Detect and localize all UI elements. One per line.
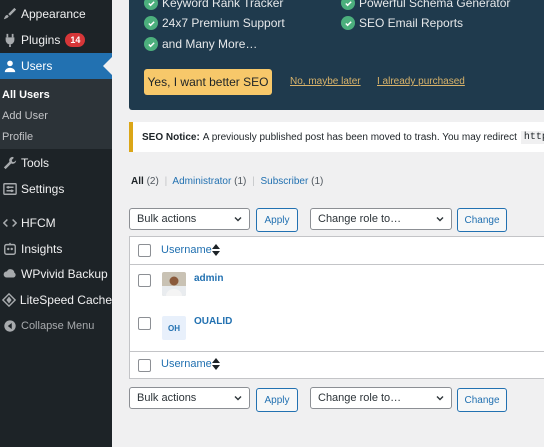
sidebar-item-label: LiteSpeed Cache [19, 293, 112, 307]
filter-administrator[interactable]: Administrator [172, 176, 231, 187]
checkmark-icon [144, 0, 158, 10]
feature-item: Powerful Schema Generator [341, 0, 510, 10]
collapse-icon [2, 318, 18, 334]
change-role-button-top[interactable]: Change [457, 208, 507, 232]
code-icon [2, 215, 18, 231]
row-checkbox[interactable] [138, 317, 151, 330]
submenu-add-user[interactable]: Add User [2, 110, 48, 122]
apply-button-bottom[interactable]: Apply [256, 388, 298, 412]
users-submenu: All Users Add User Profile [0, 79, 112, 149]
plugin-icon [2, 32, 18, 48]
change-role-select-bottom[interactable]: Change role to… [310, 387, 452, 409]
sidebar-item-settings[interactable]: Settings [0, 176, 112, 202]
username-column-header[interactable]: Username [161, 244, 212, 256]
filter-administrator-count: (1) [234, 176, 247, 187]
sort-icon [212, 244, 220, 256]
table-row: OH OUALID [130, 308, 544, 351]
table-header-row: Username [130, 237, 544, 264]
collapse-menu-button[interactable]: Collapse Menu [0, 313, 112, 339]
bulk-actions-select-bottom[interactable]: Bulk actions [129, 387, 250, 409]
select-all-checkbox-footer[interactable] [138, 359, 151, 372]
sidebar-item-label: Users [21, 59, 53, 73]
sidebar-item-hfcm[interactable]: HFCM [0, 210, 112, 236]
upgrade-seo-button[interactable]: Yes, I want better SEO [144, 69, 272, 95]
feature-item: Keyword Rank Tracker [144, 0, 283, 10]
sidebar-item-litespeed-cache[interactable]: LiteSpeed Cache [0, 287, 112, 313]
filter-all-count: (2) [146, 176, 159, 187]
chevron-down-icon [234, 396, 242, 401]
select-all-checkbox[interactable] [138, 244, 151, 257]
paintbrush-icon [2, 6, 18, 22]
row-checkbox[interactable] [138, 274, 151, 287]
table-footer-row: Username [130, 352, 544, 379]
sidebar-item-wpvivid-backup[interactable]: WPvivid Backup [0, 261, 112, 287]
backup-icon [2, 266, 18, 282]
chart-icon [2, 241, 18, 257]
notice-title: SEO Notice: [142, 131, 200, 143]
sidebar-item-appearance[interactable]: Appearance [0, 1, 112, 27]
username-link[interactable]: OUALID [194, 316, 232, 327]
table-row: admin [130, 265, 544, 308]
seo-notice: SEO Notice: A previously published post … [129, 122, 544, 152]
username-column-footer[interactable]: Username [161, 358, 212, 370]
checkmark-icon [341, 16, 355, 30]
filter-subscriber-count: (1) [311, 176, 324, 187]
username-link[interactable]: admin [194, 273, 223, 284]
chevron-down-icon [234, 217, 242, 222]
checkmark-icon [144, 37, 158, 51]
sidebar-item-tools[interactable]: Tools [0, 150, 112, 176]
sidebar-item-users[interactable]: Users [0, 53, 112, 79]
admin-sidebar: Appearance Plugins 14 Users All Users Ad… [0, 0, 112, 447]
submenu-profile[interactable]: Profile [2, 131, 33, 143]
avatar [162, 272, 186, 296]
notice-url: https:/ [520, 130, 544, 144]
bulk-actions-select-top[interactable]: Bulk actions [129, 208, 250, 230]
sidebar-item-label: HFCM [21, 216, 56, 230]
collapse-menu-label: Collapse Menu [21, 320, 95, 332]
filter-all[interactable]: All [131, 176, 144, 187]
settings-icon [2, 181, 18, 197]
feature-item: 24x7 Premium Support [144, 16, 285, 30]
feature-item: and Many More… [144, 37, 257, 51]
change-role-select-top[interactable]: Change role to… [310, 208, 452, 230]
sidebar-item-label: WPvivid Backup [21, 267, 108, 281]
diamond-icon [2, 292, 17, 308]
apply-button-top[interactable]: Apply [256, 208, 298, 232]
sidebar-item-plugins[interactable]: Plugins 14 [0, 27, 112, 53]
wrench-icon [2, 155, 18, 171]
sidebar-item-label: Insights [21, 242, 63, 256]
sidebar-item-label: Tools [21, 156, 50, 170]
sidebar-item-insights[interactable]: Insights [0, 236, 112, 262]
chevron-down-icon [436, 396, 444, 401]
notice-text: A previously published post has been mov… [202, 131, 517, 143]
checkmark-icon [144, 16, 158, 30]
current-menu-arrow [103, 57, 112, 75]
sidebar-item-label: Plugins [21, 33, 61, 47]
sort-icon [212, 358, 220, 370]
chevron-down-icon [436, 217, 444, 222]
maybe-later-link[interactable]: No, maybe later [290, 76, 361, 87]
users-icon [2, 58, 18, 74]
feature-item: SEO Email Reports [341, 16, 463, 30]
submenu-all-users[interactable]: All Users [2, 89, 50, 101]
already-purchased-link[interactable]: I already purchased [377, 76, 465, 87]
filter-subscriber[interactable]: Subscriber [261, 176, 309, 187]
checkmark-icon [341, 0, 355, 10]
sidebar-item-label: Appearance [21, 7, 86, 21]
change-role-button-bottom[interactable]: Change [457, 388, 507, 412]
plugins-update-badge: 14 [65, 33, 86, 47]
sidebar-item-label: Settings [21, 182, 65, 196]
users-table: Username admin OH OUALID Username [129, 236, 544, 379]
avatar: OH [162, 316, 186, 340]
user-role-filters: All (2) | Administrator (1) | Subscriber… [131, 176, 324, 187]
